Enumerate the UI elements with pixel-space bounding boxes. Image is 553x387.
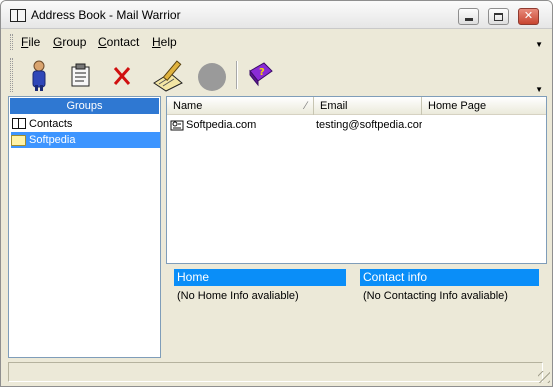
toolbar: ? ▼ [8,55,547,95]
group-item-softpedia[interactable]: Softpedia [11,132,160,148]
title-bar[interactable]: Address Book - Mail Warrior ✕ [1,1,552,29]
groups-header[interactable]: Groups [10,98,159,114]
group-item-label: Contacts [29,118,73,130]
help-book-button[interactable]: ? [242,57,278,93]
minimize-button[interactable] [458,8,479,25]
address-book-window: Address Book - Mail Warrior ✕ File Group… [0,0,553,387]
contact-card-icon [170,120,184,131]
cell-name: Softpedia.com [186,119,257,131]
menu-group[interactable]: Group [53,35,86,49]
new-contact-icon [32,60,46,91]
close-button[interactable]: ✕ [518,8,539,25]
menu-help[interactable]: Help [152,35,177,49]
group-item-contacts[interactable]: Contacts [11,116,160,132]
contacts-list: Name ∕ Email Home Page Softpedia.com tes… [166,96,547,264]
edit-icon [153,60,183,92]
groups-pane: Groups Contacts Softpedia [8,96,161,358]
group-item-label: Softpedia [27,133,78,147]
window-title: Address Book - Mail Warrior [31,8,181,22]
delete-button[interactable] [104,57,140,93]
table-row[interactable]: Softpedia.com testing@softpedia.cor [167,117,546,133]
properties-button[interactable] [62,57,98,93]
toolbar-grip[interactable] [10,58,13,92]
new-contact-button[interactable] [21,57,57,93]
folder-icon [11,135,26,146]
help-book-icon: ? [249,62,273,87]
chevron-down-icon[interactable]: ▼ [535,40,543,49]
status-bar [1,360,552,386]
cell-email: testing@softpedia.cor [316,119,422,131]
address-book-icon [10,9,26,22]
home-info-text: (No Home Info avaliable) [177,290,299,302]
delete-icon [113,67,131,85]
toolbar-separator [236,61,238,89]
maximize-button[interactable] [488,8,509,25]
column-header-home-page[interactable]: Home Page [422,97,546,115]
minimize-icon [464,17,473,21]
list-header: Name ∕ Email Home Page [167,97,546,115]
address-book-icon [12,118,26,129]
maximize-icon [494,12,503,21]
home-info-title: Home [174,269,346,286]
menu-grip[interactable] [10,34,13,50]
disabled-round-icon [198,63,226,91]
menu-contact[interactable]: Contact [98,35,139,49]
status-field [8,362,543,382]
sort-icon: ∕ [305,100,307,112]
close-icon: ✕ [523,10,534,22]
disabled-round-button[interactable] [194,57,230,93]
svg-text:?: ? [259,67,265,78]
column-header-email[interactable]: Email [314,97,422,115]
info-area: Home (No Home Info avaliable) Contact in… [166,267,547,358]
chevron-down-icon[interactable]: ▼ [535,85,543,94]
menu-file[interactable]: File [21,35,40,49]
contact-info-text: (No Contacting Info avaliable) [363,290,508,302]
properties-icon [71,63,90,87]
edit-button[interactable] [150,57,186,93]
column-header-name[interactable]: Name ∕ [167,97,314,115]
menu-bar: File Group Contact Help ▼ [8,32,547,52]
contact-info-title: Contact info [360,269,539,286]
resize-grip-icon[interactable] [538,371,550,383]
